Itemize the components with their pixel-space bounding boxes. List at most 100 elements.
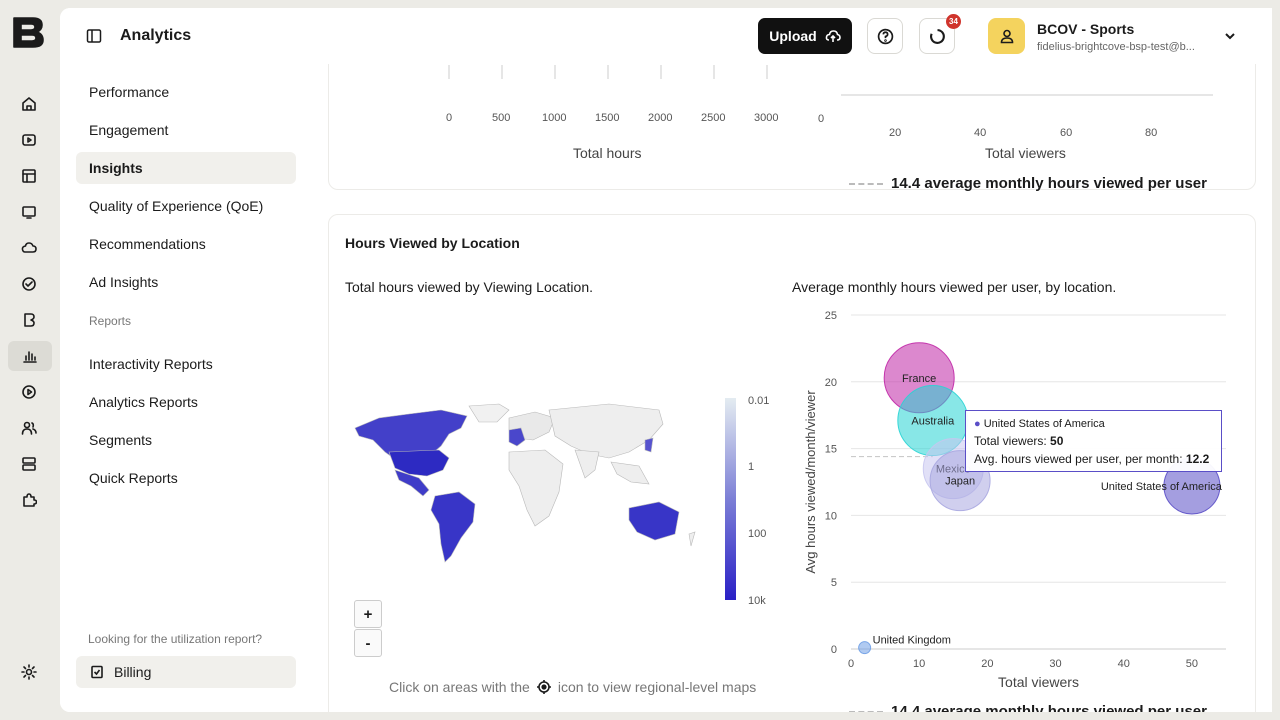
avatar[interactable] xyxy=(988,18,1025,54)
x-tick: 80 xyxy=(1145,127,1158,139)
x-tick-label: 20 xyxy=(981,658,993,670)
upload-button[interactable]: Upload xyxy=(758,18,852,54)
avg-hours-scatter-chart[interactable]: 0 5 10 15 20 25 0 10 20 30 40 50 Total viewers Avg ho… xyxy=(789,295,1229,695)
x-tick-label: 0 xyxy=(848,658,854,670)
legend-tick: 100 xyxy=(748,528,767,540)
monitor-icon[interactable] xyxy=(16,199,42,225)
x-tick: 20 xyxy=(889,127,902,139)
loading-spinner-icon xyxy=(929,28,945,44)
dashed-line-swatch xyxy=(849,182,883,185)
bottom-avg-reference-text: 14.4 average monthly hours viewed per us… xyxy=(891,703,1207,712)
x-tick: 500 xyxy=(492,112,511,124)
map-region-southeast-asia xyxy=(610,461,650,485)
data-point xyxy=(858,641,872,655)
map-region-south-asia xyxy=(574,449,600,479)
billing-button[interactable]: Billing xyxy=(76,656,296,688)
nav-item-segments[interactable]: Segments xyxy=(76,424,296,456)
point-label: Australia xyxy=(911,416,955,428)
color-scale-bar xyxy=(725,398,736,600)
tooltip-viewers-row: Total viewers: 50 xyxy=(974,434,1213,448)
brand-logo-icon[interactable] xyxy=(11,16,45,48)
nav-item-performance[interactable]: Performance xyxy=(76,76,296,108)
users-icon[interactable] xyxy=(16,415,42,441)
map-region-japan xyxy=(644,437,654,453)
analytics-icon[interactable] xyxy=(8,341,52,371)
reports-section-heading: Reports xyxy=(89,314,132,328)
y-tick: 0 xyxy=(818,113,825,125)
upload-label: Upload xyxy=(769,28,817,44)
y-tick-label: 10 xyxy=(825,510,837,522)
tooltip-avg-row: Avg. hours viewed per user, per month: 1… xyxy=(974,452,1213,466)
tooltip-viewers-label: Total viewers: xyxy=(974,434,1047,448)
tooltip-country-row: ● United States of America xyxy=(974,418,1213,430)
zoom-out-button[interactable]: - xyxy=(354,629,382,657)
avg-reference-text: 14.4 average monthly hours viewed per us… xyxy=(891,175,1207,192)
video-icon[interactable] xyxy=(16,127,42,153)
icon-rail xyxy=(0,0,60,720)
previous-chart-card: 0 500 1000 1500 2000 2500 3000 Total hou… xyxy=(328,64,1256,192)
map-region-greenland xyxy=(468,403,510,423)
settings-gear-icon[interactable] xyxy=(16,659,42,685)
server-icon[interactable] xyxy=(16,451,42,477)
account-name[interactable]: BCOV - Sports xyxy=(1037,21,1134,37)
page-title: Analytics xyxy=(120,27,192,44)
x-tick-label: 50 xyxy=(1186,658,1198,670)
nav-item-qoe[interactable]: Quality of Experience (QoE) xyxy=(76,190,296,222)
brand-b-icon[interactable] xyxy=(16,307,42,333)
previous-chart-axes xyxy=(448,65,1213,96)
puzzle-icon[interactable] xyxy=(16,487,42,513)
cloud-icon[interactable] xyxy=(16,235,42,261)
x-tick: 40 xyxy=(974,127,987,139)
x-tick: 2000 xyxy=(648,112,673,124)
tooltip-country: United States of America xyxy=(983,418,1105,430)
point-label: United Kingdom xyxy=(873,635,951,647)
playlist-icon[interactable] xyxy=(16,163,42,189)
x-tick-label: 40 xyxy=(1118,658,1130,670)
help-button[interactable] xyxy=(867,18,903,54)
activity-button[interactable]: 34 xyxy=(919,14,961,54)
home-icon[interactable] xyxy=(16,91,42,117)
card-title: Hours Viewed by Location xyxy=(345,235,520,251)
account-email: fidelius-brightcove-bsp-test@b... xyxy=(1037,41,1195,53)
billing-icon xyxy=(91,665,103,679)
nav-item-quick-reports[interactable]: Quick Reports xyxy=(76,462,296,494)
badge-check-icon[interactable] xyxy=(16,271,42,297)
x-tick: 1500 xyxy=(595,112,620,124)
map-hint-before: Click on areas with the xyxy=(389,679,530,695)
tooltip-viewers-value: 50 xyxy=(1050,434,1064,448)
play-circle-icon[interactable] xyxy=(16,379,42,405)
point-label: United States of America xyxy=(1101,481,1223,493)
x-axis-label: Total viewers xyxy=(985,145,1066,161)
map-subtitle: Total hours viewed by Viewing Location. xyxy=(345,279,594,295)
nav-item-insights[interactable]: Insights xyxy=(76,152,296,184)
nav-item-ad-insights[interactable]: Ad Insights xyxy=(76,266,296,298)
y-tick-label: 0 xyxy=(831,644,837,656)
zoom-in-button[interactable]: + xyxy=(354,600,382,628)
main-panel: Analytics Upload 34 BCOV - Sports fideli… xyxy=(60,8,1272,712)
x-tick-label: 10 xyxy=(913,658,925,670)
x-tick-label: 30 xyxy=(1049,658,1061,670)
sidebar-toggle-icon[interactable] xyxy=(86,28,102,44)
x-tick: 1000 xyxy=(542,112,567,124)
scatter-subtitle: Average monthly hours viewed per user, b… xyxy=(792,279,1117,295)
chevron-down-icon[interactable] xyxy=(1223,29,1237,43)
tooltip-avg-label: Avg. hours viewed per user, per month: xyxy=(974,452,1183,466)
tooltip-avg-value: 12.2 xyxy=(1185,452,1210,466)
nav-item-interactivity-reports[interactable]: Interactivity Reports xyxy=(76,348,296,380)
analytics-subnav: Performance Engagement Insights Quality … xyxy=(60,64,312,712)
x-axis-label: Total viewers xyxy=(998,674,1079,690)
map-region-africa xyxy=(508,449,564,527)
nav-item-engagement[interactable]: Engagement xyxy=(76,114,296,146)
y-axis-label: Avg hours viewed/month/viewer xyxy=(803,390,818,574)
question-circle-icon xyxy=(877,28,893,44)
x-tick: 60 xyxy=(1060,127,1073,139)
nav-item-analytics-reports[interactable]: Analytics Reports xyxy=(76,386,296,418)
tooltip-bullet-icon: ● xyxy=(974,418,981,430)
nav-item-recommendations[interactable]: Recommendations xyxy=(76,228,296,260)
utilization-report-hint: Looking for the utilization report? xyxy=(88,632,263,646)
hours-by-location-card: Hours Viewed by Location Total hours vie… xyxy=(328,214,1256,712)
y-tick-label: 5 xyxy=(831,577,837,589)
billing-label: Billing xyxy=(114,664,152,680)
world-choropleth-map[interactable] xyxy=(349,400,709,580)
point-label: France xyxy=(902,373,936,385)
